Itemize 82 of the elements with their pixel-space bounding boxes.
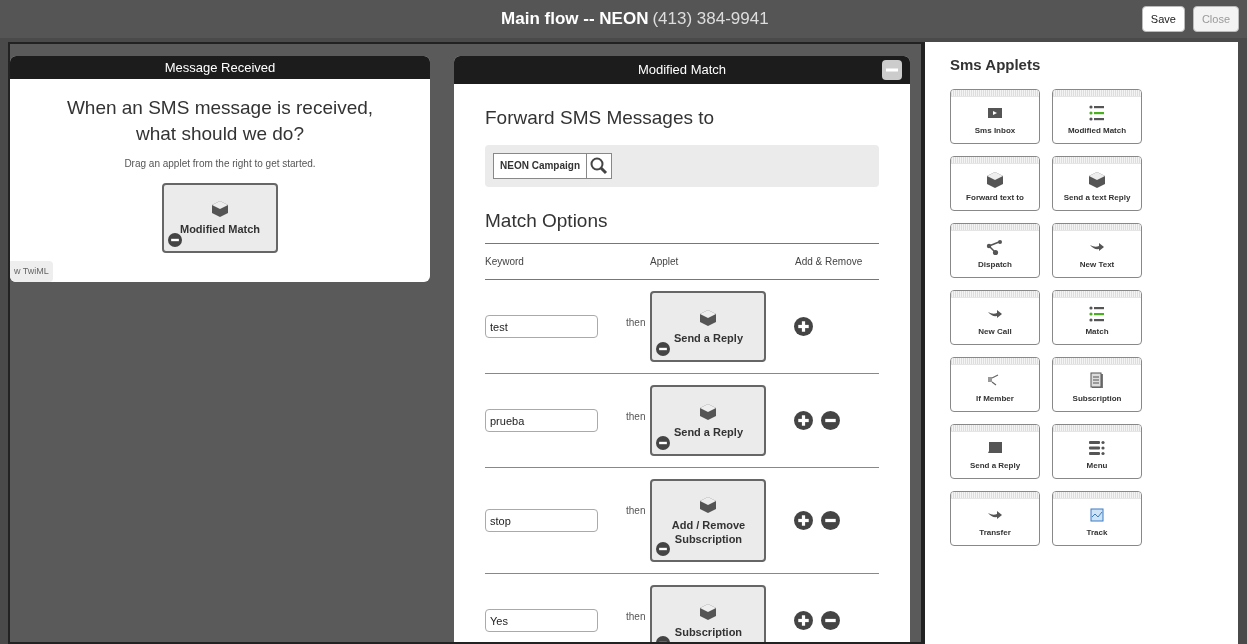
applet-tile[interactable]: Track <box>1052 490 1142 546</box>
applet-block[interactable]: Add / Remove Subscription <box>650 479 767 562</box>
applet-tile[interactable]: Modified Match <box>1052 88 1142 144</box>
applet-tile[interactable]: Transfer <box>950 490 1040 546</box>
keyword-field[interactable]: stop <box>485 509 598 532</box>
applet-label: Sms Inbox <box>974 124 1016 137</box>
applet-block[interactable]: Subscription <box>650 585 767 642</box>
applet-tile[interactable]: New Text <box>1052 222 1142 278</box>
applet-label: New Text <box>1079 258 1115 271</box>
sidebar-title: Sms Applets <box>950 55 1042 75</box>
applet-tile[interactable]: Dispatch <box>950 222 1040 278</box>
cube-icon <box>985 169 1005 190</box>
applet-label: Subscription <box>673 625 744 640</box>
applet-label: Add / Remove Subscription <box>670 518 747 547</box>
applet-label: Send a text Reply <box>1063 191 1131 204</box>
applet-label: Modified Match <box>178 222 262 237</box>
applet-label: Transfer <box>979 526 1011 539</box>
card-title: Modified Match <box>637 61 727 80</box>
add-icon[interactable] <box>794 317 814 336</box>
toolbar-button[interactable]: Save <box>1141 5 1185 33</box>
cube-icon <box>698 494 719 515</box>
twiml-button[interactable]: w TwiML <box>10 260 53 282</box>
remove-icon[interactable] <box>821 411 841 430</box>
remove-icon[interactable] <box>168 232 182 247</box>
add-icon[interactable] <box>794 511 814 530</box>
applet-tile[interactable]: Send a text Reply <box>1052 155 1142 211</box>
column-header: Keyword <box>485 255 525 269</box>
then-label: then <box>626 610 646 624</box>
flow-title: Main flow -- NEON <box>501 8 649 31</box>
collapse-icon[interactable] <box>882 60 902 80</box>
applet-tile[interactable]: Menu <box>1052 423 1142 479</box>
keyword-field[interactable]: prueba <box>485 409 598 432</box>
applet-label: Subscription <box>1072 392 1122 405</box>
applet-tile[interactable]: If Member <box>950 356 1040 412</box>
applet-tile[interactable]: Forward text to <box>950 155 1040 211</box>
applet-label: Track <box>1086 526 1108 539</box>
section-heading: Forward SMS Messages to <box>485 106 716 130</box>
applet-label: Send a Reply <box>969 459 1021 472</box>
applet-block[interactable]: Send a Reply <box>650 385 767 456</box>
forward-value: NEON Campaign <box>499 159 581 173</box>
applet-tile[interactable]: Match <box>1052 289 1142 345</box>
add-icon[interactable] <box>794 411 814 430</box>
applet-tile[interactable]: Send a Reply <box>950 423 1040 479</box>
start-hint: Drag an applet from the right to get started. <box>124 156 316 171</box>
applet-label: Send a Reply <box>672 425 744 440</box>
applet-block[interactable]: Send a Reply <box>650 291 767 362</box>
search-icon[interactable] <box>589 155 609 176</box>
applet-label: If Member <box>976 392 1014 405</box>
remove-icon[interactable] <box>821 611 841 630</box>
applet-block[interactable]: Modified Match <box>162 182 278 253</box>
forward-field[interactable]: NEON Campaign <box>493 152 612 179</box>
remove-icon[interactable] <box>821 511 841 530</box>
applet-label: Menu <box>1086 459 1108 472</box>
cube-icon <box>210 198 230 219</box>
remove-icon[interactable] <box>656 342 671 356</box>
applet-label: Send a Reply <box>672 331 744 346</box>
cube-icon <box>1087 169 1107 190</box>
keyword-field[interactable]: Yes <box>485 609 598 632</box>
card-header: Message Received <box>10 56 430 80</box>
applet-label: Match <box>1085 325 1109 338</box>
cube-icon <box>698 307 719 328</box>
section-heading: Match Options <box>485 206 879 244</box>
phone-number: (413) 384-9941 <box>652 8 769 31</box>
remove-icon[interactable] <box>656 436 671 450</box>
applet-tile[interactable]: New Call <box>950 289 1040 345</box>
column-header: Add & Remove <box>795 255 863 269</box>
applet-label: New Call <box>978 325 1012 338</box>
start-heading: When an SMS message is received, what should we do? <box>65 96 375 147</box>
then-label: then <box>626 504 646 518</box>
remove-icon[interactable] <box>656 542 671 556</box>
column-header: Applet <box>650 255 680 269</box>
applet-label: Modified Match <box>1067 124 1127 137</box>
keyword-field[interactable]: test <box>485 315 598 338</box>
applet-label: Dispatch <box>978 258 1012 271</box>
then-label: then <box>626 316 646 330</box>
applet-tile[interactable]: Subscription <box>1052 356 1142 412</box>
then-label: then <box>626 410 646 424</box>
cube-icon <box>698 401 719 422</box>
applet-label: Forward text to <box>966 191 1024 204</box>
applet-tile[interactable]: Sms Inbox <box>950 88 1040 144</box>
cube-icon <box>698 601 719 622</box>
add-icon[interactable] <box>794 611 814 630</box>
